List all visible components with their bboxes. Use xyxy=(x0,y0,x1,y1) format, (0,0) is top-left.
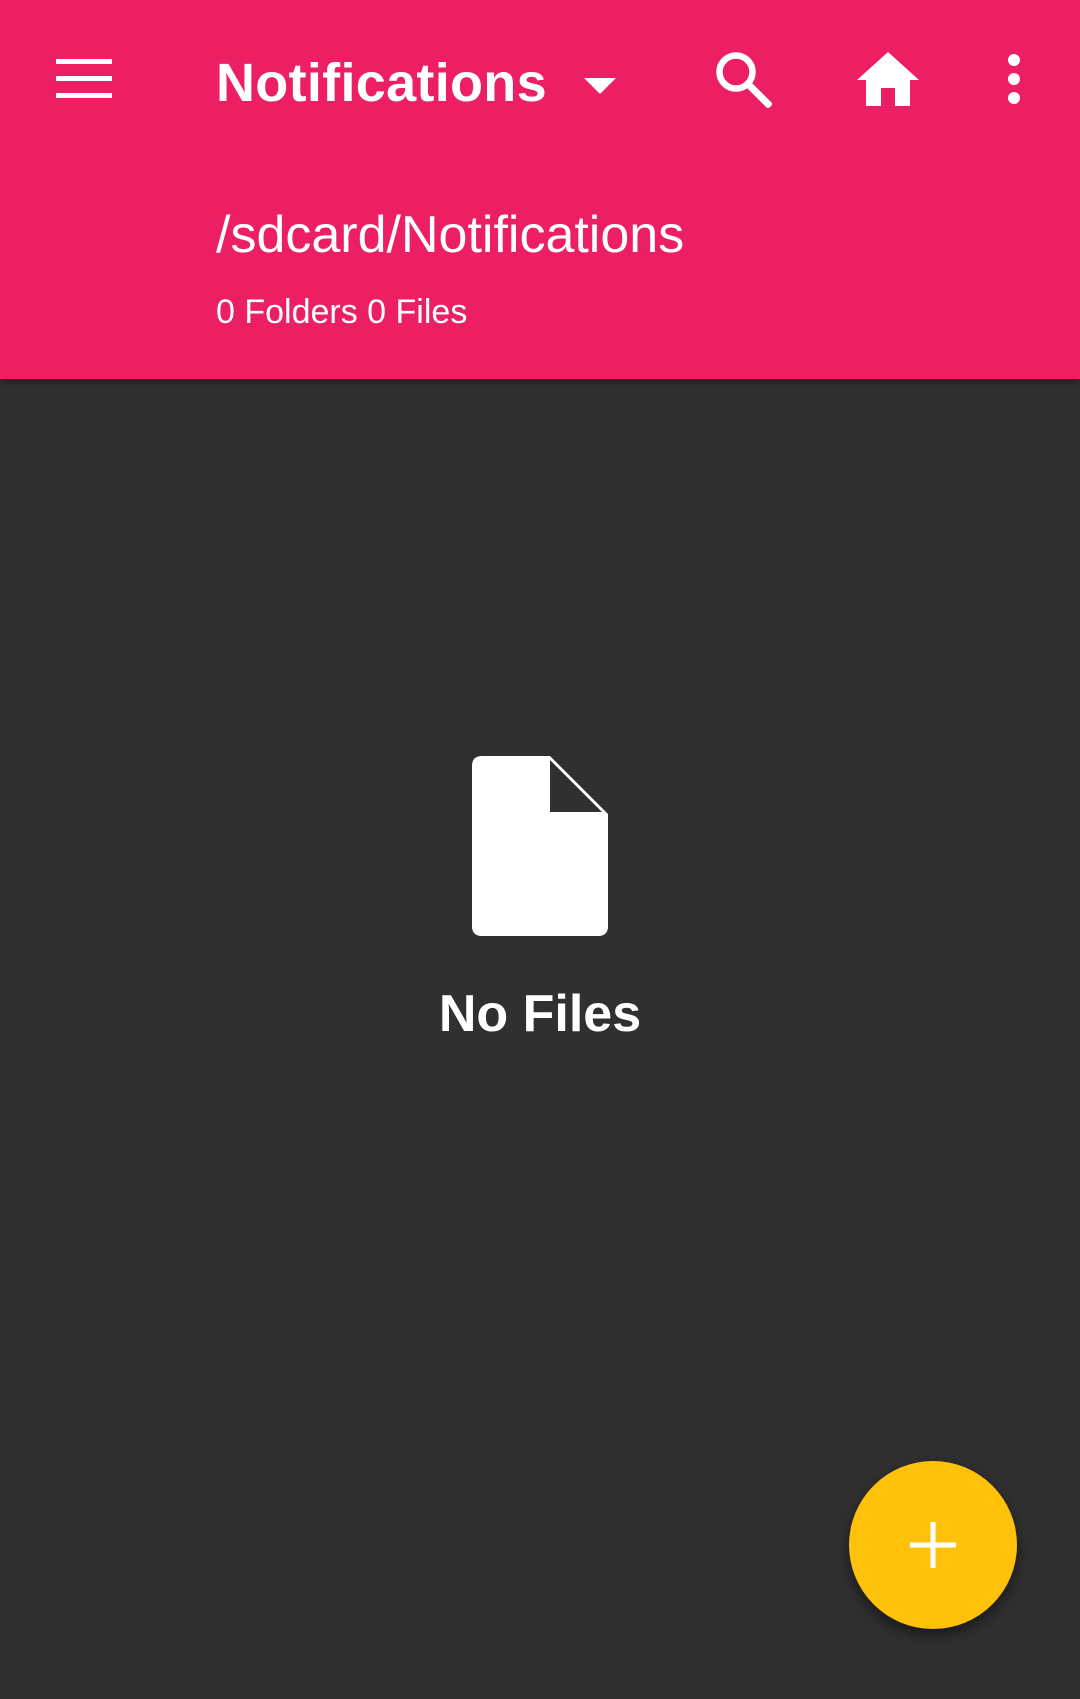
app-bar: Notifications /sdcard/Notifications 0 Fo… xyxy=(0,0,1080,379)
search-icon xyxy=(716,52,772,108)
folder-file-count: 0 Folders 0 Files xyxy=(216,293,468,331)
menu-button[interactable] xyxy=(36,31,132,127)
page-title: Notifications xyxy=(216,53,547,113)
empty-state-label: No Files xyxy=(438,985,642,1043)
home-icon xyxy=(857,52,919,106)
more-options-button[interactable] xyxy=(966,31,1062,127)
folder-dropdown[interactable]: Notifications xyxy=(216,40,636,126)
search-button[interactable] xyxy=(695,31,791,127)
empty-state: No Files xyxy=(0,756,1080,1044)
current-path: /sdcard/Notifications xyxy=(216,206,685,264)
caret-down-icon xyxy=(584,78,616,94)
hamburger-menu-icon xyxy=(56,59,112,98)
file-icon xyxy=(472,756,608,936)
more-vert-icon xyxy=(1008,54,1020,104)
home-button[interactable] xyxy=(840,31,936,127)
add-button[interactable] xyxy=(849,1461,1017,1629)
plus-icon xyxy=(910,1522,956,1568)
file-manager-screen: Notifications /sdcard/Notifications 0 Fo… xyxy=(0,0,1080,1699)
